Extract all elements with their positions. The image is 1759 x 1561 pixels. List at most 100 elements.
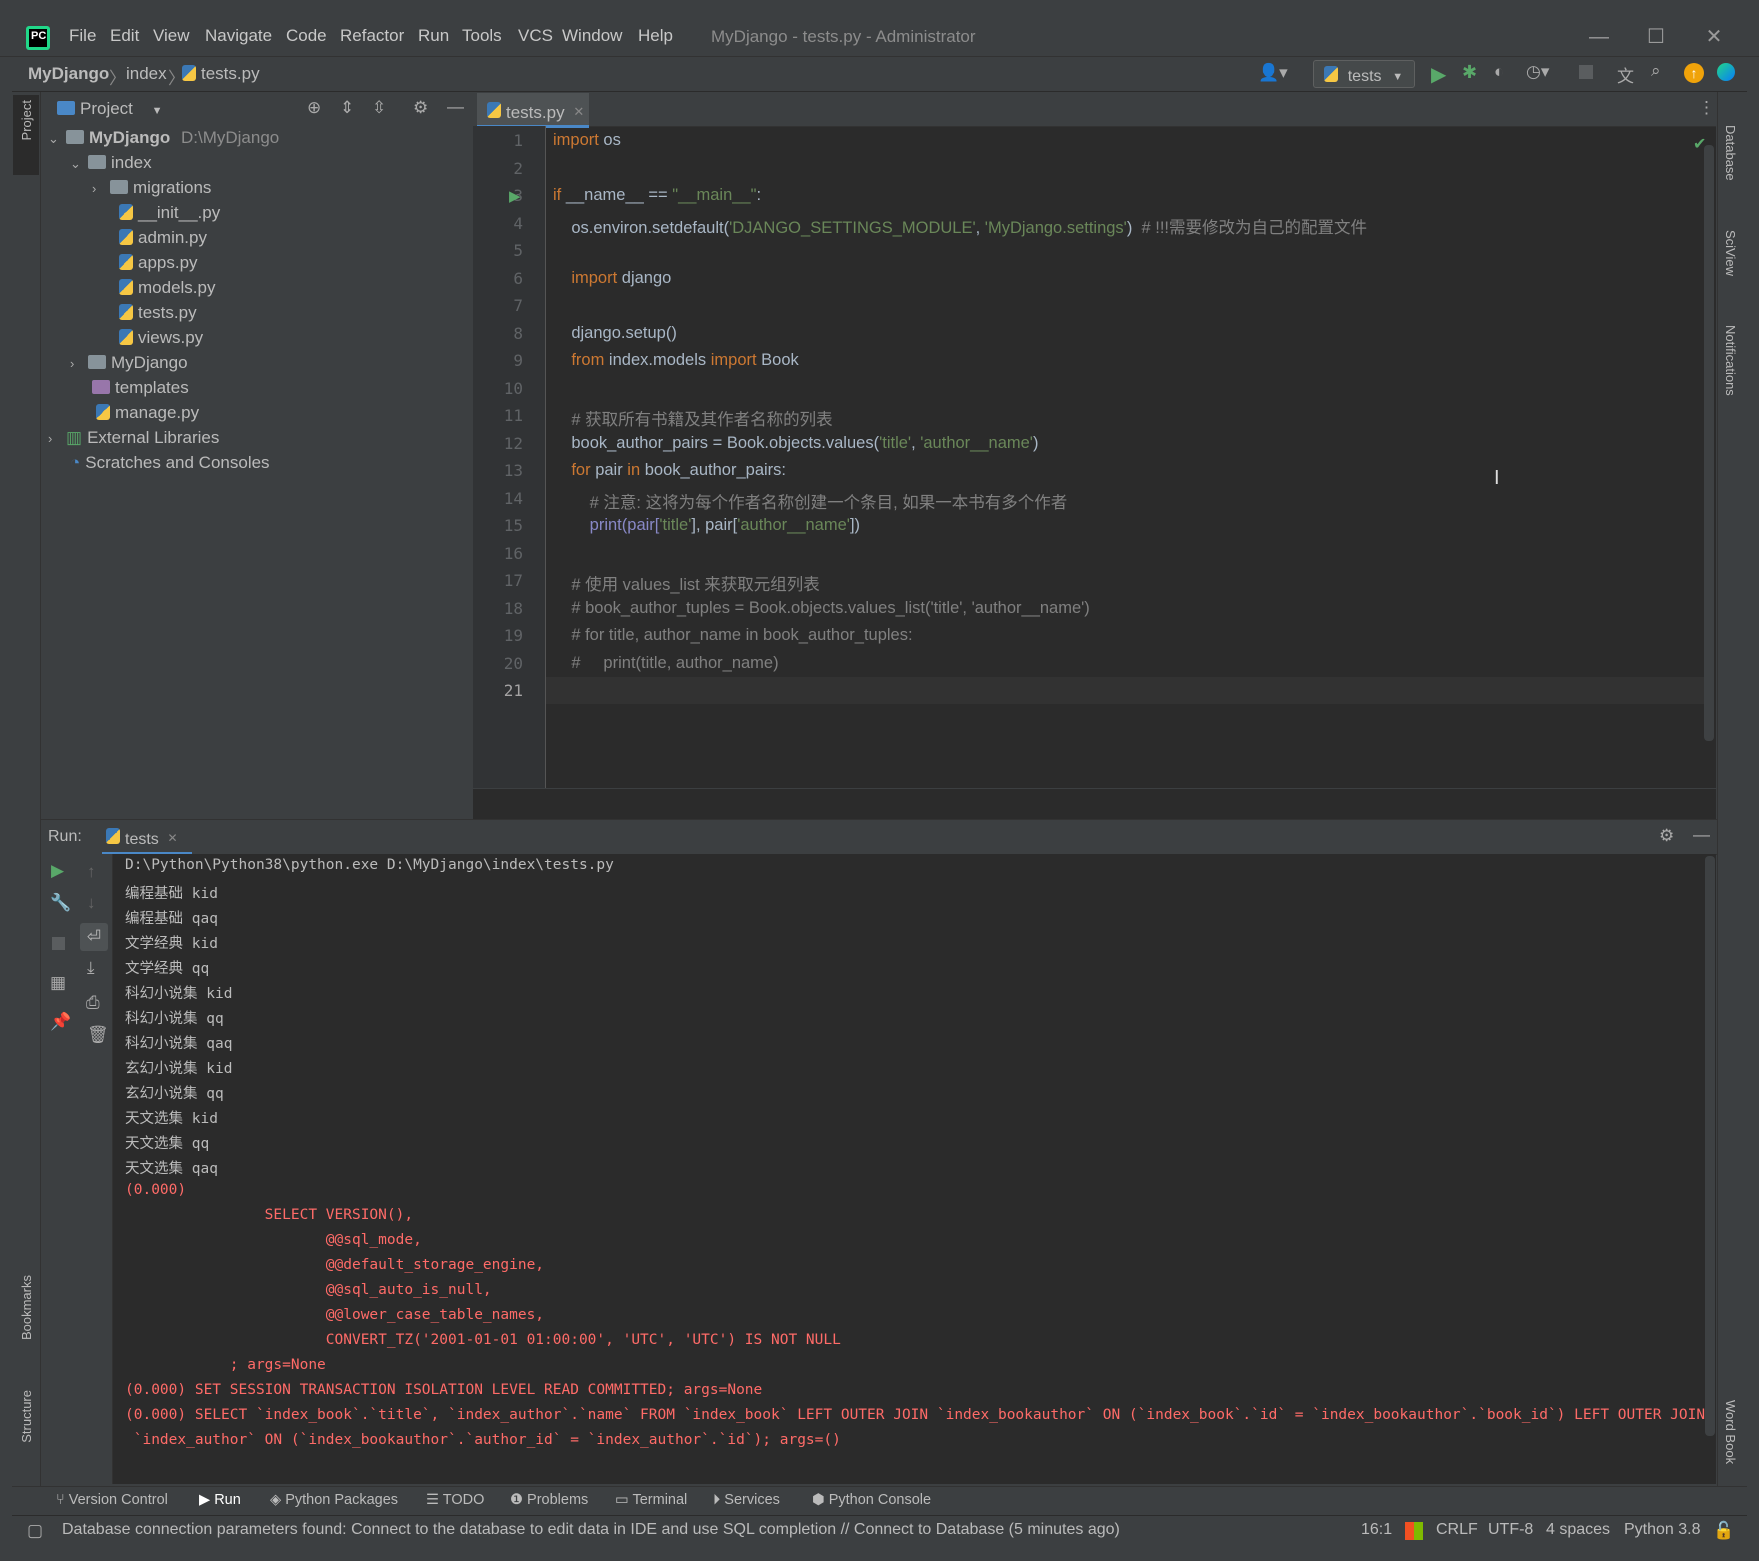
menu-refactor[interactable]: Refactor xyxy=(340,26,404,46)
toolwindow-todo[interactable]: ☰ TODO xyxy=(426,1492,484,1508)
tree-item[interactable]: manage.py xyxy=(96,403,199,428)
panel-toggle-icon[interactable]: ▢ xyxy=(27,1521,43,1541)
arrow-down-icon[interactable]: ↓ xyxy=(87,893,96,913)
toolwindow-services[interactable]: ⏵ Services xyxy=(713,1492,780,1508)
lock-icon[interactable]: 🔓 xyxy=(1713,1521,1734,1541)
run-icon[interactable]: ▶ xyxy=(1431,62,1446,87)
hide-panel-icon[interactable]: — xyxy=(1693,825,1710,845)
toolwindow-version-control[interactable]: ⑂ Version Control xyxy=(56,1492,168,1508)
tree-root[interactable]: ⌄ MyDjango D:\MyDjango xyxy=(48,128,279,153)
menu-vcs[interactable]: VCS xyxy=(518,26,553,46)
menu-window[interactable]: Window xyxy=(562,26,622,46)
maximize-icon[interactable]: ☐ xyxy=(1636,22,1676,52)
wrench-icon[interactable]: 🔧 xyxy=(50,893,71,913)
toolwindow-python-packages[interactable]: ◈ Python Packages xyxy=(270,1492,398,1508)
tab-tests-py[interactable]: tests.py ✕ xyxy=(477,93,589,128)
file-encoding[interactable]: UTF-8 xyxy=(1488,1521,1533,1539)
jetbrains-icon[interactable] xyxy=(1717,63,1735,81)
tool-window-wordbook[interactable]: Word Book xyxy=(1723,1400,1738,1464)
tree-item[interactable]: › migrations xyxy=(92,178,211,203)
tool-window-bookmarks[interactable]: Bookmarks xyxy=(19,1275,34,1340)
tool-window-sciview[interactable]: SciView xyxy=(1723,230,1738,276)
menu-navigate[interactable]: Navigate xyxy=(205,26,272,46)
tree-item[interactable]: tests.py xyxy=(119,303,197,328)
menu-view[interactable]: View xyxy=(153,26,190,46)
gear-icon[interactable]: ⚙ xyxy=(1659,826,1674,846)
tree-item[interactable]: views.py xyxy=(119,328,203,353)
tree-item[interactable]: › ▥ External Libraries xyxy=(48,428,219,453)
minimize-icon[interactable]: — xyxy=(1579,22,1619,52)
breadcrumb-project[interactable]: MyDjango xyxy=(28,64,109,84)
python-icon xyxy=(106,828,120,844)
translate-icon[interactable]: 文 xyxy=(1617,62,1634,87)
tree-item[interactable]: models.py xyxy=(119,278,215,303)
menu-code[interactable]: Code xyxy=(286,26,327,46)
pin-icon[interactable]: 📌 xyxy=(50,1012,71,1032)
print-icon[interactable]: ⎙ xyxy=(86,993,100,1013)
breadcrumb-index[interactable]: index xyxy=(126,64,167,84)
console-line: 编程基础 qaq xyxy=(125,911,218,927)
run-config-selector[interactable]: tests ▼ xyxy=(1313,60,1415,88)
tool-window-database[interactable]: Database xyxy=(1723,125,1738,181)
line-separator[interactable]: CRLF xyxy=(1436,1521,1478,1539)
toolwindow-terminal[interactable]: ▭ Terminal xyxy=(615,1492,687,1508)
run-tab-tests[interactable]: tests ✕ xyxy=(102,822,192,855)
trash-icon[interactable]: 🗑 xyxy=(87,1025,109,1045)
toolwindow-label: Services xyxy=(724,1492,780,1508)
tree-item[interactable]: apps.py xyxy=(119,253,198,278)
run-gutter-icon[interactable]: ▶ xyxy=(509,187,521,205)
tree-item[interactable]: ◔ Scratches and Consoles xyxy=(70,453,270,478)
status-message[interactable]: Database connection parameters found: Co… xyxy=(62,1521,1120,1539)
tool-window-project[interactable]: Project xyxy=(19,100,34,140)
run-panel-header xyxy=(41,819,1717,855)
toolwindow-run[interactable]: ▶ Run xyxy=(199,1492,241,1508)
code-token: index.models xyxy=(604,351,711,369)
tree-item[interactable]: ⌄ index xyxy=(70,153,152,178)
rerun-icon[interactable]: ▶ xyxy=(51,861,64,881)
expand-all-icon[interactable]: ⇕ xyxy=(340,98,354,118)
tool-window-structure[interactable]: Structure xyxy=(19,1390,34,1443)
cursor-position[interactable]: 16:1 xyxy=(1361,1521,1392,1539)
console-scrollbar[interactable] xyxy=(1705,856,1715,1436)
menu-tools[interactable]: Tools xyxy=(462,26,502,46)
debug-icon[interactable]: ✱ xyxy=(1462,62,1477,83)
tree-item[interactable]: templates xyxy=(92,378,189,403)
close-tab-icon[interactable]: ✕ xyxy=(168,831,178,845)
gear-icon[interactable]: ⚙ xyxy=(413,98,428,118)
close-tab-icon[interactable]: ✕ xyxy=(573,104,584,119)
tree-item[interactable]: admin.py xyxy=(119,228,207,253)
toolwindow-problems[interactable]: ❶ Problems xyxy=(510,1492,588,1508)
toolwindow-python-console[interactable]: ⬢ Python Console xyxy=(812,1492,931,1508)
search-icon[interactable]: ⌕ xyxy=(1651,61,1661,81)
locate-icon[interactable]: ⊕ xyxy=(307,98,321,118)
coverage-icon[interactable]: ◐ xyxy=(1494,62,1504,82)
stop-icon[interactable] xyxy=(1579,65,1593,79)
collapse-all-icon[interactable]: ⇳ xyxy=(372,98,386,118)
layout-icon[interactable]: ▦ xyxy=(50,973,66,993)
menu-help[interactable]: Help xyxy=(638,26,673,46)
breadcrumb-file[interactable]: tests.py xyxy=(182,64,260,84)
update-icon[interactable]: ↑ xyxy=(1684,63,1704,83)
indent-setting[interactable]: 4 spaces xyxy=(1546,1521,1610,1539)
stop-icon[interactable] xyxy=(52,937,65,950)
console-line: D:\Python\Python38\python.exe D:\MyDjang… xyxy=(125,857,614,873)
more-options-icon[interactable]: ⋮ xyxy=(1698,98,1715,118)
scroll-to-end-icon[interactable]: ⤓ xyxy=(87,958,95,978)
tree-item[interactable]: __init__.py xyxy=(119,203,220,228)
soft-wrap-icon[interactable]: ⏎ xyxy=(80,923,108,951)
editor-scrollbar[interactable] xyxy=(1704,145,1714,741)
code-token: django.setup() xyxy=(553,324,677,342)
project-view-selector[interactable]: Project ▼ xyxy=(57,99,163,119)
close-icon[interactable]: ✕ xyxy=(1694,22,1734,52)
arrow-up-icon[interactable]: ↑ xyxy=(87,862,96,882)
user-account-icon[interactable]: 👤▾ xyxy=(1258,63,1288,83)
python-interpreter[interactable]: Python 3.8 xyxy=(1624,1521,1701,1539)
tool-window-notifications[interactable]: Notifications xyxy=(1723,325,1738,396)
tree-item[interactable]: › MyDjango xyxy=(70,353,188,378)
hide-panel-icon[interactable]: — xyxy=(447,97,464,117)
code-token: pair xyxy=(590,461,628,479)
profile-icon[interactable]: ◷▾ xyxy=(1526,62,1549,82)
menu-edit[interactable]: Edit xyxy=(110,26,139,46)
menu-run[interactable]: Run xyxy=(418,26,449,46)
menu-file[interactable]: File xyxy=(69,26,96,46)
